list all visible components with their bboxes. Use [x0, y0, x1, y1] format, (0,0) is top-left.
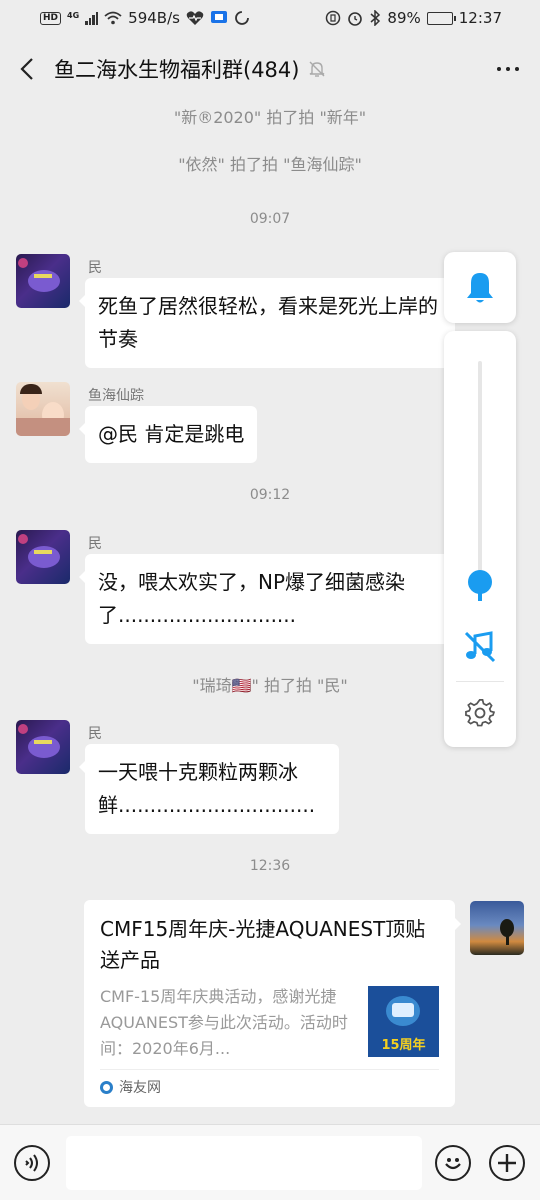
message-bubble[interactable]: @民 肯定是跳电 — [78, 406, 258, 463]
sender-name: 民 — [88, 536, 102, 552]
volume-panel — [444, 331, 516, 747]
bell-icon — [467, 272, 493, 302]
more-icon — [497, 67, 501, 71]
sender-name: 民 — [88, 260, 102, 276]
back-button[interactable] — [0, 36, 54, 102]
chat-title: 鱼二海水生物福利群(484) — [54, 58, 300, 82]
link-card-description: CMF-15周年庆典活动，感谢光捷AQUANEST参与此次活动。活动时间：202… — [100, 987, 348, 1058]
mute-indicator — [307, 59, 327, 79]
battery-icon — [426, 11, 456, 25]
volume-slider-knob[interactable] — [468, 569, 492, 594]
network-type: 4G — [67, 11, 80, 20]
media-volume-button[interactable] — [462, 629, 498, 665]
avatar[interactable] — [16, 254, 70, 308]
sync-icon — [235, 11, 249, 25]
wifi-icon — [104, 11, 122, 25]
heart-rate-icon — [186, 11, 204, 25]
music-off-icon — [464, 631, 496, 663]
avatar[interactable] — [16, 530, 70, 584]
bluetooth-icon — [370, 10, 381, 26]
link-card-title: CMF15周年庆-光捷AQUANEST顶贴送产品 — [100, 917, 426, 972]
timestamp: 09:07 — [249, 211, 291, 227]
sound-settings-button[interactable] — [462, 695, 498, 731]
network-speed: 594B/s — [128, 9, 180, 27]
sender-name: 民 — [88, 726, 102, 742]
avatar[interactable] — [16, 720, 70, 774]
link-card-thumbnail: 15周年 — [368, 986, 439, 1057]
plus-icon — [498, 1154, 516, 1172]
message-bubble[interactable]: 没，喂太欢实了，NP爆了细菌感染了.......................… — [79, 554, 455, 644]
gear-icon — [465, 699, 495, 727]
battery-percent: 89% — [387, 9, 421, 27]
message-input[interactable] — [66, 1136, 422, 1190]
link-card-thumb-text: 15周年 — [381, 1038, 426, 1053]
link-card-source: 海友网 — [100, 1069, 439, 1097]
timestamp: 12:36 — [249, 858, 291, 874]
chevron-left-icon — [20, 58, 33, 80]
message-bubble[interactable]: 一天喂十克颗粒两颗冰鲜.............................… — [79, 744, 339, 834]
more-button[interactable] — [476, 36, 540, 102]
signal-icon — [85, 11, 99, 25]
hd-icon: HD — [40, 11, 62, 25]
message-bubble[interactable]: 死鱼了居然很轻松，看来是死光上岸的节奏 — [79, 278, 455, 368]
link-card-source-name: 海友网 — [119, 1080, 161, 1096]
vibrate-icon — [326, 10, 341, 26]
volume-slider-track[interactable] — [478, 361, 482, 601]
bell-off-icon — [309, 61, 325, 77]
divider — [456, 681, 504, 682]
avatar[interactable] — [16, 382, 70, 436]
ring-volume-button[interactable] — [444, 252, 516, 323]
source-logo-icon — [100, 1080, 113, 1094]
screen-share-icon — [210, 11, 227, 23]
voice-button[interactable] — [14, 1145, 50, 1181]
more-actions-button[interactable] — [489, 1145, 525, 1181]
link-card[interactable]: CMF15周年庆-光捷AQUANEST顶贴送产品 CMF-15周年庆典活动，感谢… — [84, 900, 461, 1107]
alarm-icon — [348, 12, 363, 26]
my-avatar[interactable] — [470, 901, 524, 955]
system-message: "依然" 拍了拍 "鱼海仙踪" — [178, 155, 362, 174]
clock: 12:37 — [458, 9, 502, 27]
emoji-icon — [445, 1158, 461, 1170]
status-bar: HD 4G 594B/s 89% 12:37 — [0, 0, 540, 36]
sender-name: 鱼海仙踪 — [88, 388, 144, 404]
system-message: "新®2020" 拍了拍 "新年" — [173, 108, 367, 127]
voice-icon — [25, 1154, 38, 1172]
emoji-button[interactable] — [435, 1145, 471, 1181]
input-bar — [0, 1124, 540, 1200]
chat-header: 鱼二海水生物福利群(484) — [0, 36, 540, 102]
